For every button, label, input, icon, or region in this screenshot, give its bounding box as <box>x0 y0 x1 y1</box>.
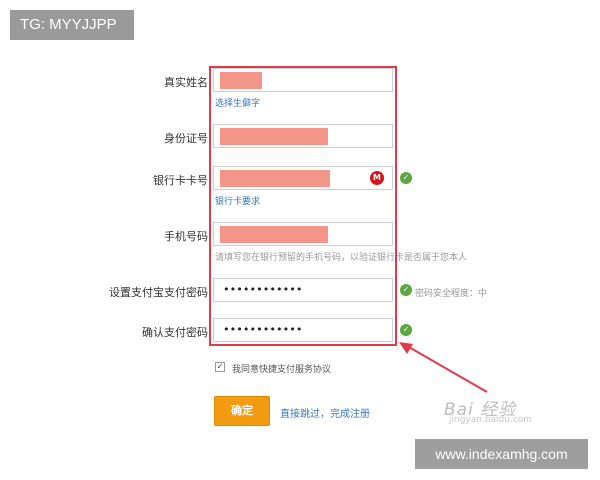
card-valid-check-icon: ✓ <box>400 172 412 184</box>
password-valid-check-icon: ✓ <box>400 284 412 296</box>
confirm-button[interactable]: 确定 <box>214 396 270 426</box>
card-label: 银行卡卡号 <box>153 174 208 187</box>
pay-password-label: 设置支付宝支付密码 <box>109 286 208 299</box>
confirm-valid-check-icon: ✓ <box>400 324 412 336</box>
tg-badge: TG: MYYJJPP <box>10 10 134 40</box>
phone-label: 手机号码 <box>164 230 208 243</box>
skip-link[interactable]: 直接跳过，完成注册 <box>280 405 370 420</box>
highlight-box <box>209 66 397 346</box>
arrow-line <box>406 345 488 393</box>
id-label: 身份证号 <box>164 132 208 145</box>
site-watermark: www.indexamhg.com <box>415 439 588 469</box>
name-label: 真实姓名 <box>164 76 208 89</box>
password-strength-text: 密码安全程度：中 <box>415 289 488 299</box>
baidu-watermark-sub: jingyan.baidu.com <box>449 415 533 425</box>
agreement-checkbox[interactable]: ✓ <box>215 362 225 372</box>
arrow-annotation <box>399 342 488 393</box>
confirm-password-label: 确认支付密码 <box>142 326 208 339</box>
agreement-text[interactable]: 我同意快捷支付服务协议 <box>232 362 331 375</box>
